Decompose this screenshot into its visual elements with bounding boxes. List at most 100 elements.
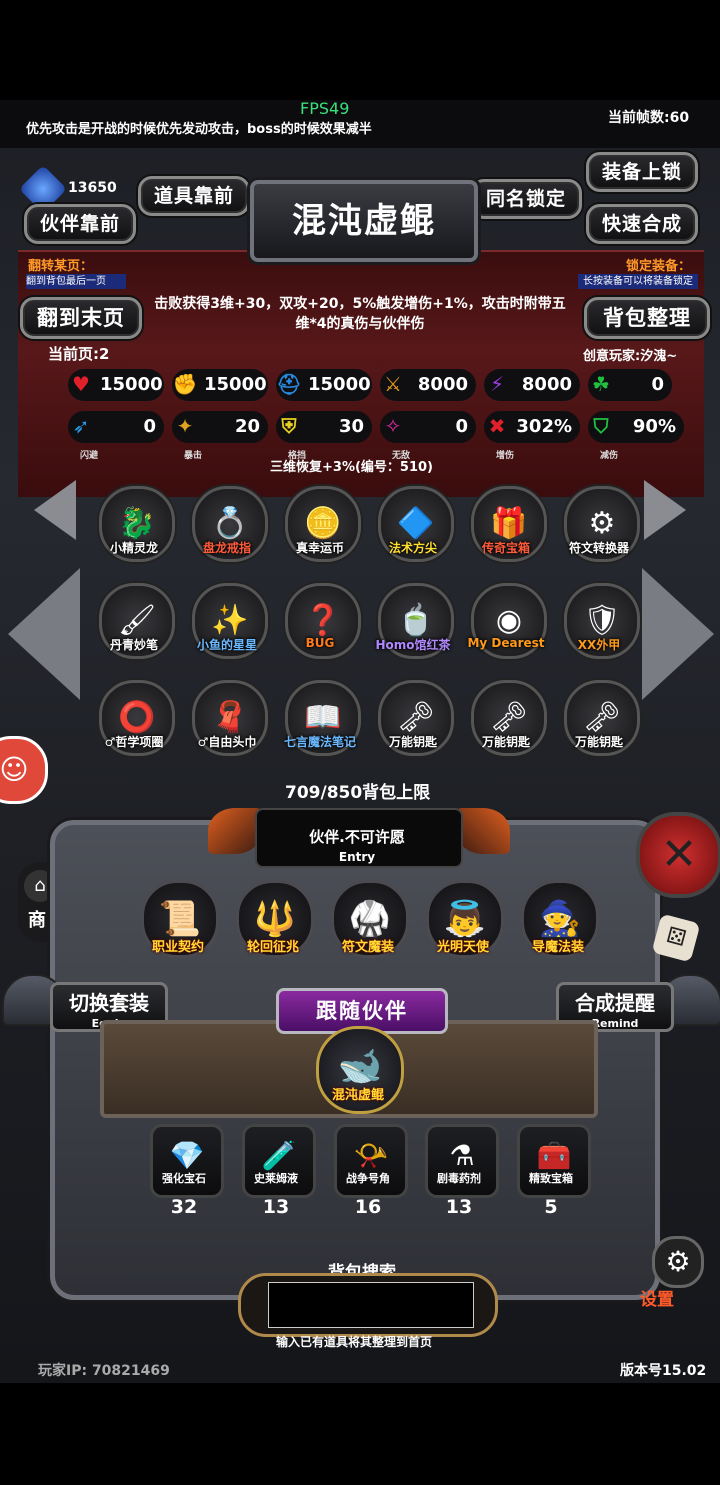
version: 版本号15.02 — [620, 1363, 707, 1379]
stat-value: 15000 — [308, 374, 371, 395]
inventory-item[interactable]: ⭕ ♂哲学项圈 — [94, 680, 175, 760]
chest-icon: 🧰 — [517, 1124, 591, 1198]
inventory-item[interactable]: ✨ 小鱼的星星 — [187, 583, 268, 663]
damage-up-icon: ✖ — [488, 414, 506, 438]
partner-description: 击败获得3维+30，双攻+20，5%触发增伤+1%，攻击时附带五维*4的真伤与伙… — [154, 296, 566, 332]
entry-sub: Entry — [338, 850, 376, 864]
item-front-button[interactable]: 道具靠前 — [138, 176, 250, 216]
stat-value: 90% — [632, 416, 676, 437]
inventory-item[interactable]: 🎁 传奇宝箱 — [466, 486, 547, 566]
inventory-item[interactable]: 📖 七言魔法笔记 — [280, 680, 361, 760]
stat-value: 8000 — [521, 374, 572, 395]
stat-value: 0 — [455, 416, 468, 437]
material-slot[interactable]: ⚗ 剧毒药剂 13 — [419, 1124, 499, 1218]
stat-helmet: ⛑ 15000 — [276, 369, 372, 401]
inventory-item-label: 法术方尖 — [388, 541, 437, 555]
inventory-item[interactable]: 🐉 小精灵龙 — [94, 486, 175, 566]
material-slot[interactable]: 📯 战争号角 16 — [328, 1124, 408, 1218]
material-label: 战争号角 — [346, 1172, 390, 1185]
inventory-item-label: 传奇宝箱 — [481, 541, 530, 555]
inventory-item[interactable]: 🖌 丹青妙笔 — [94, 583, 175, 663]
equipment-slot[interactable]: 📜 职业契约 — [135, 880, 221, 966]
material-count: 13 — [445, 1196, 473, 1218]
page-title: 混沌虚鲲 — [250, 180, 478, 262]
equipment-slot[interactable]: 👼 光明天使 — [420, 880, 506, 966]
current-page: 当前页:2 — [48, 345, 110, 363]
potion-icon: 🧪 — [242, 1124, 316, 1198]
gear-icon[interactable]: ⚙ — [652, 1236, 704, 1288]
stat-value: 302% — [516, 416, 572, 437]
inventory-item-label: 小鱼的星星 — [196, 638, 257, 652]
equipment-slot[interactable]: 🥋 符文魔装 — [325, 880, 411, 966]
crit-icon: ✦ — [176, 414, 194, 438]
stat-label: 减伤 — [599, 451, 618, 461]
damage-down-icon: ⛉ — [593, 414, 609, 438]
search-input[interactable] — [268, 1282, 474, 1328]
inventory-item[interactable]: 🔷 法术方尖 — [373, 486, 454, 566]
partner-front-button[interactable]: 伙伴靠前 — [24, 204, 136, 244]
block-icon: ⛨ — [281, 414, 297, 438]
quick-merge-button[interactable]: 快速合成 — [586, 204, 698, 244]
material-label: 史莱姆液 — [254, 1172, 298, 1185]
stat-dodge: ➶ 0 闪避 — [68, 411, 164, 461]
flip-page-sub: 翻到背包最后一页 — [26, 274, 126, 289]
equipment-slot[interactable]: 🧙 导魔法装 — [515, 880, 601, 966]
equipment-slot[interactable]: 🔱 轮回征兆 — [230, 880, 316, 966]
material-label: 强化宝石 — [162, 1172, 206, 1185]
same-name-lock-button[interactable]: 同名锁定 — [470, 179, 582, 219]
inventory-item[interactable]: 💍 盘龙戒指 — [187, 486, 268, 566]
inventory-item[interactable]: 🍵 Homo馆红茶 — [373, 583, 454, 663]
next-row-arrow-icon[interactable] — [644, 480, 686, 540]
inventory-item-label: 七言魔法笔记 — [283, 735, 356, 749]
inventory-item[interactable]: 🪙 真幸运币 — [280, 486, 361, 566]
entry-title: 伙伴.不可许愿 — [309, 828, 405, 846]
tip-text: 优先攻击是开战的时候优先发动攻击，boss的时候效果减半 — [26, 122, 372, 137]
prev-page-arrow-icon[interactable] — [8, 568, 80, 700]
stat-damage-down: ⛉ 90% 减伤 — [588, 411, 684, 461]
inventory-item-label: 小精灵龙 — [109, 541, 158, 555]
inventory-item-label: BUG — [305, 636, 335, 650]
lightning-icon: ⚡ — [489, 372, 505, 396]
stat-sword: ⚔ 8000 — [380, 369, 476, 401]
equip-lock-button[interactable]: 装备上锁 — [586, 152, 698, 192]
stat-clover: ☘ 0 — [588, 369, 672, 401]
inventory-item[interactable]: 🗝 万能钥匙 — [373, 680, 454, 760]
inventory-item[interactable]: 🗝 万能钥匙 — [466, 680, 547, 760]
stat-value: 0 — [143, 416, 156, 437]
search-hint: 输入已有道具将其整理到首页 — [276, 1335, 433, 1349]
close-icon[interactable]: ✕ — [636, 812, 720, 898]
stat-label: 增伤 — [495, 451, 514, 461]
stat-value: 0 — [651, 374, 664, 395]
next-page-arrow-icon[interactable] — [642, 568, 714, 700]
prev-row-arrow-icon[interactable] — [34, 480, 76, 540]
poison-icon: ⚗ — [425, 1124, 499, 1198]
material-slot[interactable]: 🧪 史莱姆液 13 — [236, 1124, 316, 1218]
inventory-item[interactable]: 🛡 XX外甲 — [559, 583, 640, 663]
stat-value: 15000 — [204, 374, 267, 395]
inventory-item[interactable]: 🗝 万能钥匙 — [559, 680, 640, 760]
stat-block: ⛨ 30 格挡 — [276, 411, 372, 461]
material-slot[interactable]: 💎 强化宝石 32 — [144, 1124, 224, 1218]
last-page-button[interactable]: 翻到末页 — [20, 297, 142, 339]
horn-icon: 📯 — [334, 1124, 408, 1198]
inventory-item[interactable]: ⚙ 符文转换器 — [559, 486, 640, 566]
sort-bag-button[interactable]: 背包整理 — [584, 297, 710, 339]
inventory-item-label: ♂哲学项圈 — [104, 735, 164, 749]
material-label: 剧毒药剂 — [437, 1172, 481, 1185]
inventory-item[interactable]: ❓ BUG — [280, 583, 361, 663]
player-name: 创意玩家:汐溾~ — [583, 349, 678, 364]
stat-label: 暴击 — [183, 451, 202, 461]
material-count: 16 — [354, 1196, 382, 1218]
recover-text: 三维恢复+3%(编号：510) — [270, 460, 433, 475]
material-slot[interactable]: 🧰 精致宝箱 5 — [511, 1124, 591, 1218]
inventory-item[interactable]: ◉ My Dearest — [466, 583, 547, 663]
equipment-label: 符文魔装 — [341, 940, 394, 955]
inventory-item-label: XX外甲 — [577, 638, 621, 652]
frame-rate: 当前帧数:60 — [608, 110, 690, 126]
invincible-icon: ✧ — [384, 414, 402, 438]
gem-icon: 💎 — [150, 1124, 224, 1198]
material-count: 13 — [262, 1196, 290, 1218]
lock-equip-label: 锁定装备： — [626, 259, 692, 274]
inventory-item[interactable]: 🧣 ♂自由头巾 — [187, 680, 268, 760]
settings-label[interactable]: 设置 — [640, 1285, 674, 1310]
